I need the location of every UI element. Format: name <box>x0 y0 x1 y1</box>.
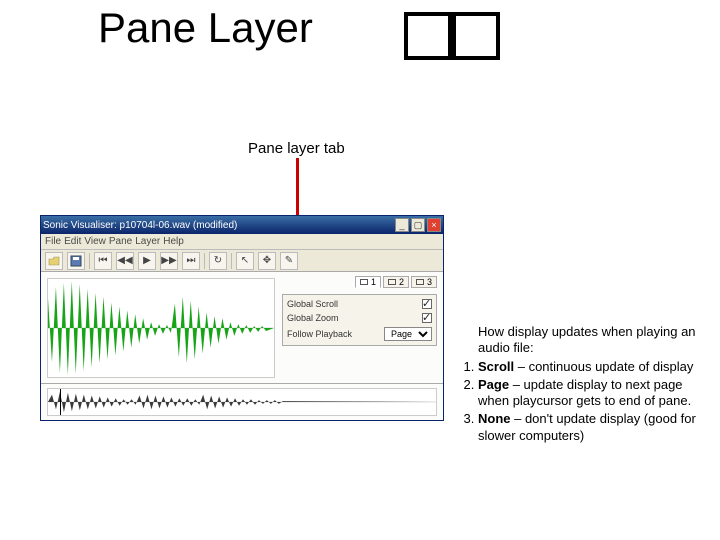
open-button[interactable] <box>45 252 63 270</box>
app-window: Sonic Visualiser: p10704l-06.wav (modifi… <box>40 215 444 421</box>
waveform-display[interactable] <box>47 278 275 378</box>
overview-waveform[interactable] <box>47 388 437 416</box>
menu-view[interactable]: View <box>84 236 106 247</box>
description-lead: How display updates when playing an audi… <box>446 324 716 357</box>
layer-icon <box>416 279 424 285</box>
title-decor-boxes <box>404 12 500 65</box>
rewind-button[interactable]: ◀◀ <box>116 252 134 270</box>
menu-file[interactable]: File <box>45 236 61 247</box>
tab-2-label: 2 <box>399 277 404 287</box>
layer-icon <box>388 279 396 285</box>
tab-1[interactable]: 1 <box>355 276 381 288</box>
window-title: Sonic Visualiser: p10704l-06.wav (modifi… <box>43 220 237 231</box>
layer-icon <box>360 279 368 285</box>
close-button[interactable]: × <box>427 218 441 232</box>
save-button[interactable] <box>67 252 85 270</box>
menu-pane[interactable]: Pane <box>109 236 132 247</box>
maximize-button[interactable]: ▢ <box>411 218 425 232</box>
toolbar: ⏮ ◀◀ ▶ ▶▶ ⏭ ↻ ↖ ✥ ✎ <box>41 250 443 272</box>
play-button[interactable]: ▶ <box>138 252 156 270</box>
minimize-button[interactable]: _ <box>395 218 409 232</box>
titlebar: Sonic Visualiser: p10704l-06.wav (modifi… <box>41 216 443 234</box>
skip-end-button[interactable]: ⏭ <box>182 252 200 270</box>
menu-bar: File Edit View Pane Layer Help <box>41 234 443 250</box>
desc-item-none: None – don't update display (good for sl… <box>478 411 716 444</box>
tab-1-label: 1 <box>371 277 376 287</box>
tab-3[interactable]: 3 <box>411 276 437 288</box>
global-zoom-label: Global Zoom <box>287 313 418 323</box>
layer-properties: Global Scroll Global Zoom Follow Playbac… <box>282 294 437 346</box>
tab-3-label: 3 <box>427 277 432 287</box>
pencil-tool[interactable]: ✎ <box>280 252 298 270</box>
follow-playback-select[interactable]: Page <box>384 327 432 341</box>
menu-layer[interactable]: Layer <box>135 236 160 247</box>
slide-title: Pane Layer <box>98 4 313 52</box>
overview-pane <box>41 384 443 420</box>
global-scroll-label: Global Scroll <box>287 299 418 309</box>
menu-help[interactable]: Help <box>163 236 184 247</box>
main-pane: 1 2 3 Global Scroll Global Zoom Follow P… <box>41 272 443 384</box>
follow-playback-label: Follow Playback <box>287 329 380 339</box>
skip-back-button[interactable]: ⏮ <box>94 252 112 270</box>
pane-layer-tabs: 1 2 3 <box>355 276 437 288</box>
desc-item-page: Page – update display to next page when … <box>478 377 716 410</box>
move-tool[interactable]: ✥ <box>258 252 276 270</box>
tab-2[interactable]: 2 <box>383 276 409 288</box>
global-scroll-checkbox[interactable] <box>422 299 432 309</box>
description-block: How display updates when playing an audi… <box>446 324 716 446</box>
loop-button[interactable]: ↻ <box>209 252 227 270</box>
forward-button[interactable]: ▶▶ <box>160 252 178 270</box>
playhead-marker <box>60 389 61 415</box>
annotation-pane-layer-tab: Pane layer tab <box>248 140 345 157</box>
desc-item-scroll: Scroll – continuous update of display <box>478 359 716 375</box>
pointer-tool[interactable]: ↖ <box>236 252 254 270</box>
menu-edit[interactable]: Edit <box>64 236 81 247</box>
global-zoom-checkbox[interactable] <box>422 313 432 323</box>
